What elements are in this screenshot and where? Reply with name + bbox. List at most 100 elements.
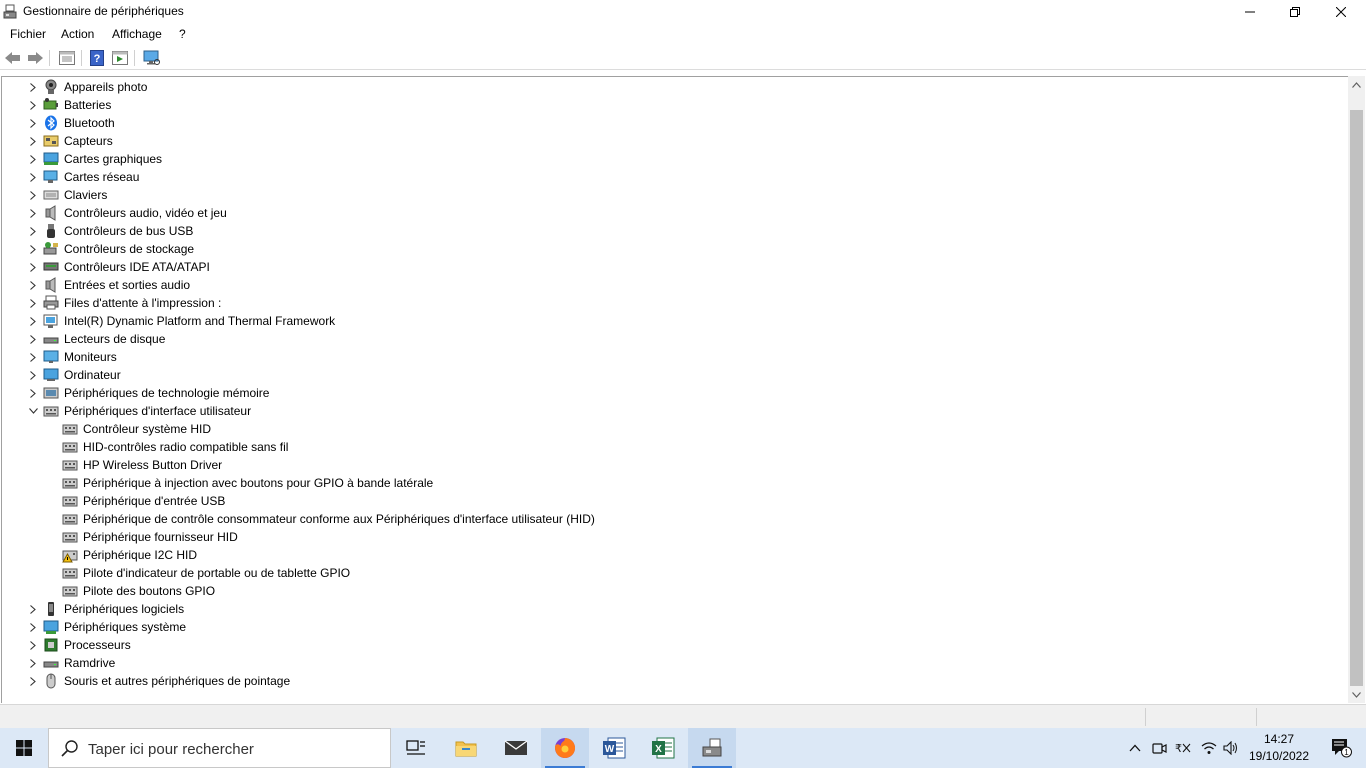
tree-category[interactable]: Périphériques système: [2, 618, 902, 636]
tree-category[interactable]: Périphériques de technologie mémoire: [2, 384, 902, 402]
tree-category[interactable]: Contrôleurs de bus USB: [2, 222, 902, 240]
chevron-right-icon[interactable]: [28, 298, 38, 308]
tree-item-label: Périphérique I2C HID: [83, 548, 198, 562]
tray-network[interactable]: [1198, 728, 1220, 768]
notification-center-button[interactable]: 1: [1318, 728, 1366, 768]
tree-category[interactable]: Ordinateur: [2, 366, 902, 384]
tree-category[interactable]: Périphériques d'interface utilisateur: [2, 402, 902, 420]
scroll-up-button[interactable]: [1348, 76, 1365, 93]
tree-category[interactable]: Batteries: [2, 96, 902, 114]
update-driver-button[interactable]: [110, 48, 130, 68]
tree-device[interactable]: Périphérique de contrôle consommateur co…: [2, 510, 902, 528]
tree-category[interactable]: Entrées et sorties audio: [2, 276, 902, 294]
tree-device[interactable]: Périphérique à injection avec boutons po…: [2, 474, 902, 492]
chevron-right-icon[interactable]: [28, 370, 38, 380]
chevron-right-icon[interactable]: [28, 262, 38, 272]
help-button[interactable]: ?: [87, 48, 107, 68]
tree-category[interactable]: Moniteurs: [2, 348, 902, 366]
tree-category[interactable]: Contrôleurs audio, vidéo et jeu: [2, 204, 902, 222]
tree-category[interactable]: Périphériques logiciels: [2, 600, 902, 618]
meet-now-icon: [1152, 743, 1167, 754]
chevron-right-icon[interactable]: [28, 190, 38, 200]
menu-action[interactable]: Action: [61, 27, 94, 41]
taskbar-excel[interactable]: X: [639, 728, 687, 768]
properties-button[interactable]: [57, 48, 77, 68]
vertical-scrollbar[interactable]: [1348, 76, 1365, 703]
tray-meet-now[interactable]: [1148, 728, 1170, 768]
tree-category[interactable]: Souris et autres périphériques de pointa…: [2, 672, 902, 690]
chevron-right-icon[interactable]: [28, 172, 38, 182]
restore-button[interactable]: [1272, 0, 1318, 24]
tree-device[interactable]: HP Wireless Button Driver: [2, 456, 902, 474]
chevron-right-icon[interactable]: [28, 604, 38, 614]
chevron-right-icon[interactable]: [28, 136, 38, 146]
tree-category[interactable]: Bluetooth: [2, 114, 902, 132]
chevron-right-icon[interactable]: [28, 352, 38, 362]
taskbar-mail[interactable]: [492, 728, 540, 768]
tree-category[interactable]: Cartes réseau: [2, 168, 902, 186]
taskbar-word[interactable]: W: [590, 728, 638, 768]
tree-category[interactable]: Contrôleurs IDE ATA/ATAPI: [2, 258, 902, 276]
tree-category[interactable]: Capteurs: [2, 132, 902, 150]
menu-fichier[interactable]: Fichier: [10, 27, 46, 41]
search-box[interactable]: Taper ici pour rechercher: [48, 728, 391, 768]
start-button[interactable]: [0, 728, 48, 768]
chevron-right-icon[interactable]: [28, 154, 38, 164]
chevron-right-icon[interactable]: [28, 82, 38, 92]
chevron-right-icon[interactable]: [28, 316, 38, 326]
tree-category[interactable]: Files d'attente à l'impression :: [2, 294, 902, 312]
tree-device[interactable]: Pilote d'indicateur de portable ou de ta…: [2, 564, 902, 582]
tree-device[interactable]: Périphérique I2C HID: [2, 546, 902, 564]
tree-category[interactable]: Contrôleurs de stockage: [2, 240, 902, 258]
show-hidden-icons-button[interactable]: [1124, 728, 1146, 768]
taskbar-clock[interactable]: 14:27 19/10/2022: [1244, 731, 1314, 765]
chevron-right-icon[interactable]: [28, 208, 38, 218]
display-adapter-icon: [43, 151, 59, 167]
minimize-button[interactable]: [1227, 0, 1273, 24]
scroll-thumb[interactable]: [1350, 110, 1363, 686]
back-button[interactable]: [3, 48, 23, 68]
chevron-right-icon[interactable]: [28, 244, 38, 254]
chevron-right-icon[interactable]: [28, 100, 38, 110]
tree-device[interactable]: Contrôleur système HID: [2, 420, 902, 438]
chevron-down-icon[interactable]: [28, 406, 38, 416]
chevron-right-icon[interactable]: [28, 676, 38, 686]
menu-help[interactable]: ?: [179, 27, 186, 41]
taskbar-file-explorer[interactable]: [442, 728, 490, 768]
tree-category[interactable]: Cartes graphiques: [2, 150, 902, 168]
chevron-right-icon[interactable]: [28, 334, 38, 344]
chevron-right-icon[interactable]: [28, 388, 38, 398]
tree-device[interactable]: HID-contrôles radio compatible sans fil: [2, 438, 902, 456]
forward-button[interactable]: [25, 48, 45, 68]
chevron-right-icon[interactable]: [28, 280, 38, 290]
taskbar-firefox[interactable]: [541, 728, 589, 768]
tree-category[interactable]: Lecteurs de disque: [2, 330, 902, 348]
chevron-right-icon[interactable]: [28, 658, 38, 668]
menu-affichage[interactable]: Affichage: [112, 27, 162, 41]
tree-device[interactable]: Périphérique d'entrée USB: [2, 492, 902, 510]
tree-category[interactable]: Processeurs: [2, 636, 902, 654]
tree-item-label: Capteurs: [64, 134, 113, 148]
chevron-right-icon[interactable]: [28, 640, 38, 650]
chevron-right-icon[interactable]: [28, 118, 38, 128]
sensor-icon: [43, 133, 59, 149]
chevron-right-icon[interactable]: [28, 226, 38, 236]
close-button[interactable]: [1318, 0, 1364, 24]
speaker-icon: [1223, 741, 1237, 755]
tree-category[interactable]: Ramdrive: [2, 654, 902, 672]
tree-device[interactable]: Périphérique fournisseur HID: [2, 528, 902, 546]
chevron-down-icon: [1352, 691, 1361, 698]
tree-category[interactable]: Appareils photo: [2, 78, 902, 96]
tray-volume[interactable]: [1220, 728, 1242, 768]
chevron-right-icon[interactable]: [28, 622, 38, 632]
svg-text:₹: ₹: [1175, 742, 1182, 755]
hid-icon: [62, 583, 78, 599]
task-view-button[interactable]: [392, 728, 440, 768]
scan-hardware-button[interactable]: [142, 48, 162, 68]
tree-category[interactable]: Claviers: [2, 186, 902, 204]
tree-device[interactable]: Pilote des boutons GPIO: [2, 582, 902, 600]
tree-category[interactable]: Intel(R) Dynamic Platform and Thermal Fr…: [2, 312, 902, 330]
scroll-down-button[interactable]: [1348, 686, 1365, 703]
taskbar-device-manager[interactable]: [688, 728, 736, 768]
tray-language[interactable]: ₹: [1172, 728, 1194, 768]
